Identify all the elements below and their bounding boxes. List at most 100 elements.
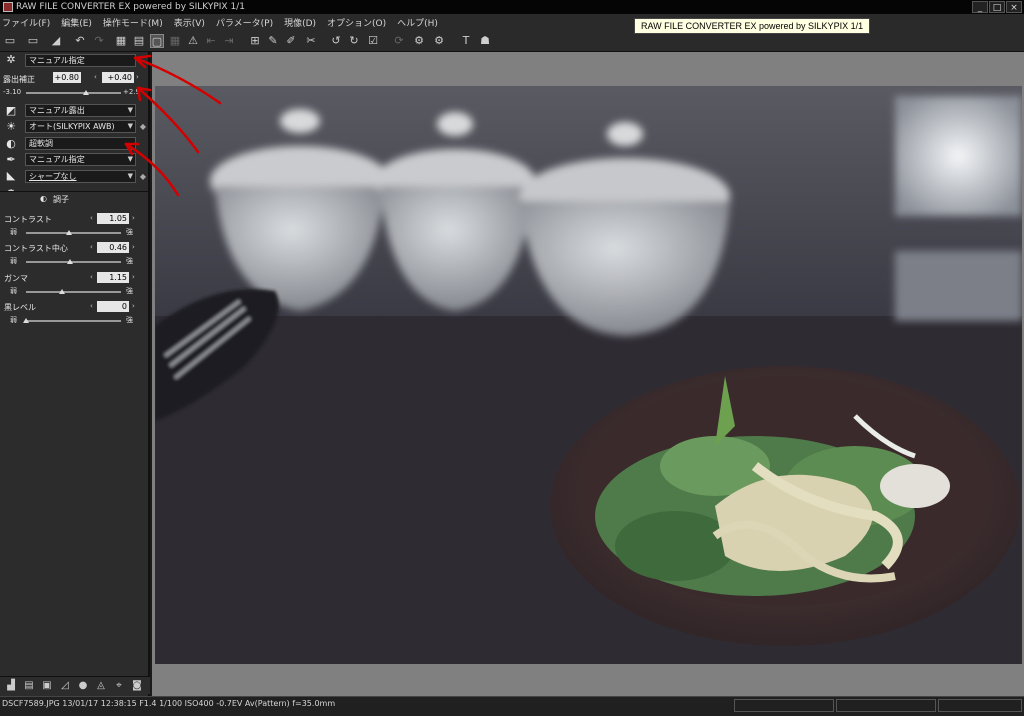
menu-operation-mode[interactable]: 操作モード(M) xyxy=(103,16,163,29)
tone-section-header[interactable]: ◐ 調子 xyxy=(0,191,148,207)
contrast-center-value[interactable]: 0.46 xyxy=(97,242,129,253)
eyedropper-icon: ✒ xyxy=(6,153,16,166)
gamma-value[interactable]: 1.15 xyxy=(97,272,129,283)
increment-arrow-icon[interactable]: › xyxy=(132,243,135,251)
decrement-arrow-icon[interactable]: ‹ xyxy=(90,273,93,281)
checkbox-icon[interactable]: ☑ xyxy=(366,34,380,48)
exif-icon[interactable]: ▤ xyxy=(22,679,36,693)
window-title: RAW FILE CONVERTER EX powered by SILKYPI… xyxy=(16,2,245,12)
increment-arrow-icon[interactable]: › xyxy=(132,273,135,281)
single-view-icon[interactable]: ▢ xyxy=(150,34,164,48)
exposure-slider-thumb[interactable] xyxy=(82,90,89,95)
exposure-value-right[interactable]: +0.40 xyxy=(102,72,134,83)
contrast-center-slider-thumb[interactable] xyxy=(66,259,73,264)
menu-options[interactable]: オプション(O) xyxy=(327,16,386,29)
black-level-slider-thumb[interactable] xyxy=(23,318,29,323)
rotate-ccw-icon[interactable]: ↺ xyxy=(329,34,343,48)
decrement-arrow-icon[interactable]: ‹ xyxy=(90,302,93,310)
maximize-button[interactable]: □ xyxy=(989,1,1005,13)
chevron-down-icon: ▼ xyxy=(127,172,133,180)
status-cell xyxy=(836,699,936,712)
exposure-label: 露出補正 xyxy=(3,75,35,84)
tone-mode-value: マニュアル露出 xyxy=(29,106,85,115)
decrement-arrow-icon[interactable]: ‹ xyxy=(90,214,93,222)
menu-develop[interactable]: 現像(D) xyxy=(284,16,316,29)
eyedropper-icon[interactable]: ✐ xyxy=(284,34,298,48)
contrast-center-slider-track[interactable] xyxy=(26,261,121,263)
decrement-arrow-icon[interactable]: ‹ xyxy=(94,73,97,81)
increment-arrow-icon[interactable]: › xyxy=(132,214,135,222)
histogram-icon[interactable]: ▟ xyxy=(4,679,18,693)
filmstrip-view-icon[interactable]: ▤ xyxy=(132,34,146,48)
gamma-slider-track[interactable] xyxy=(26,291,121,293)
text-tool-icon[interactable]: T xyxy=(459,34,473,48)
sharpen-icon[interactable]: ◬ xyxy=(94,679,108,693)
black-level-slider-track[interactable] xyxy=(26,320,121,322)
grid-view-icon[interactable]: ▦ xyxy=(114,34,128,48)
exposure-min-label: -3.10 xyxy=(3,88,22,96)
camera-icon[interactable]: ◙ xyxy=(130,679,144,693)
warning-icon[interactable]: ⚠ xyxy=(186,34,200,48)
menu-view[interactable]: 表示(V) xyxy=(174,16,205,29)
sharpness-icon: ◣ xyxy=(6,169,16,182)
close-button[interactable]: × xyxy=(1006,1,1022,13)
weak-label: 弱 xyxy=(10,287,17,295)
rotate-left-frame-icon[interactable]: ⇤ xyxy=(204,34,218,48)
develop-icon[interactable]: ⚙ xyxy=(412,34,426,48)
window-controls: _ □ × xyxy=(972,1,1022,13)
decrement-arrow-icon[interactable]: ‹ xyxy=(90,243,93,251)
contrast-slider-track[interactable] xyxy=(26,232,121,234)
contrast-slider-thumb[interactable] xyxy=(65,230,72,235)
menu-edit[interactable]: 編集(E) xyxy=(61,16,92,29)
menu-parameter[interactable]: パラメータ(P) xyxy=(216,16,273,29)
strong-label: 強 xyxy=(126,257,133,265)
open-folder-icon[interactable]: ▭ xyxy=(3,34,17,48)
sharpness-dropdown[interactable]: シャープなし ▼ xyxy=(25,170,136,183)
redo-icon[interactable]: ↷ xyxy=(92,34,106,48)
rotate-right-frame-icon[interactable]: ⇥ xyxy=(222,34,236,48)
crop-icon[interactable]: ⊞ xyxy=(248,34,262,48)
menu-file[interactable]: ファイル(F) xyxy=(2,16,50,29)
photo-preview[interactable] xyxy=(155,86,1022,664)
compare-view-icon[interactable]: ▦ xyxy=(168,34,182,48)
exposure-mode-dropdown[interactable]: マニュアル指定 xyxy=(25,54,136,67)
gamma-slider-thumb[interactable] xyxy=(59,289,66,294)
open-file-icon[interactable]: ▭ xyxy=(26,34,40,48)
lens-icon[interactable]: ⌖ xyxy=(112,679,126,693)
contrast-mode-dropdown[interactable]: 超軟調 xyxy=(25,137,136,150)
color-icon[interactable]: ● xyxy=(76,679,90,693)
undo-icon[interactable]: ↶ xyxy=(73,34,87,48)
menu-bar: ファイル(F) 編集(E) 操作モード(M) 表示(V) パラメータ(P) 現像… xyxy=(0,14,1024,30)
contrast-mode-value: 超軟調 xyxy=(29,139,53,148)
refresh-icon[interactable]: ⟳ xyxy=(392,34,406,48)
batch-icon[interactable]: ⚙ xyxy=(432,34,446,48)
rotate-cw-icon[interactable]: ↻ xyxy=(347,34,361,48)
chevron-down-icon: ▼ xyxy=(127,122,133,130)
tone-curve-icon[interactable]: ◿ xyxy=(58,679,72,693)
eraser-icon[interactable]: ◢ xyxy=(49,34,63,48)
status-cell xyxy=(734,699,834,712)
pen-icon[interactable]: ✎ xyxy=(266,34,280,48)
weak-label: 弱 xyxy=(10,316,17,324)
white-balance-dropdown[interactable]: オート(SILKYPIX AWB) ▼ xyxy=(25,120,136,133)
menu-help[interactable]: ヘルプ(H) xyxy=(397,16,438,29)
increment-arrow-icon[interactable]: › xyxy=(132,302,135,310)
brush-icon[interactable]: ✂ xyxy=(304,34,318,48)
minimize-button[interactable]: _ xyxy=(972,1,988,13)
strong-label: 強 xyxy=(126,287,133,295)
exposure-value-left[interactable]: +0.80 xyxy=(53,72,81,83)
nav-icon[interactable]: ▣ xyxy=(40,679,54,693)
increment-arrow-icon[interactable]: › xyxy=(136,73,139,81)
exposure-slider-track[interactable] xyxy=(26,92,121,94)
color-mode-dropdown[interactable]: マニュアル指定 ▼ xyxy=(25,153,136,166)
info-icon[interactable]: ☗ xyxy=(478,34,492,48)
pin-icon[interactable]: ◆ xyxy=(139,122,147,132)
image-viewer xyxy=(152,52,1024,696)
salad-photo xyxy=(155,86,1022,664)
tone-mode-dropdown[interactable]: マニュアル露出 ▼ xyxy=(25,104,136,117)
pin-icon[interactable]: ◆ xyxy=(139,172,147,182)
toolbar: ▭ ▭ ◢ ↶ ↷ ▦ ▤ ▢ ▦ ⚠ ⇤ ⇥ ⊞ ✎ ✐ ✂ ↺ ↻ ☑ ⟳ … xyxy=(0,30,1024,52)
contrast-value[interactable]: 1.05 xyxy=(97,213,129,224)
contrast-center-label: コントラスト中心 xyxy=(4,244,68,253)
black-level-value[interactable]: 0 xyxy=(97,301,129,312)
